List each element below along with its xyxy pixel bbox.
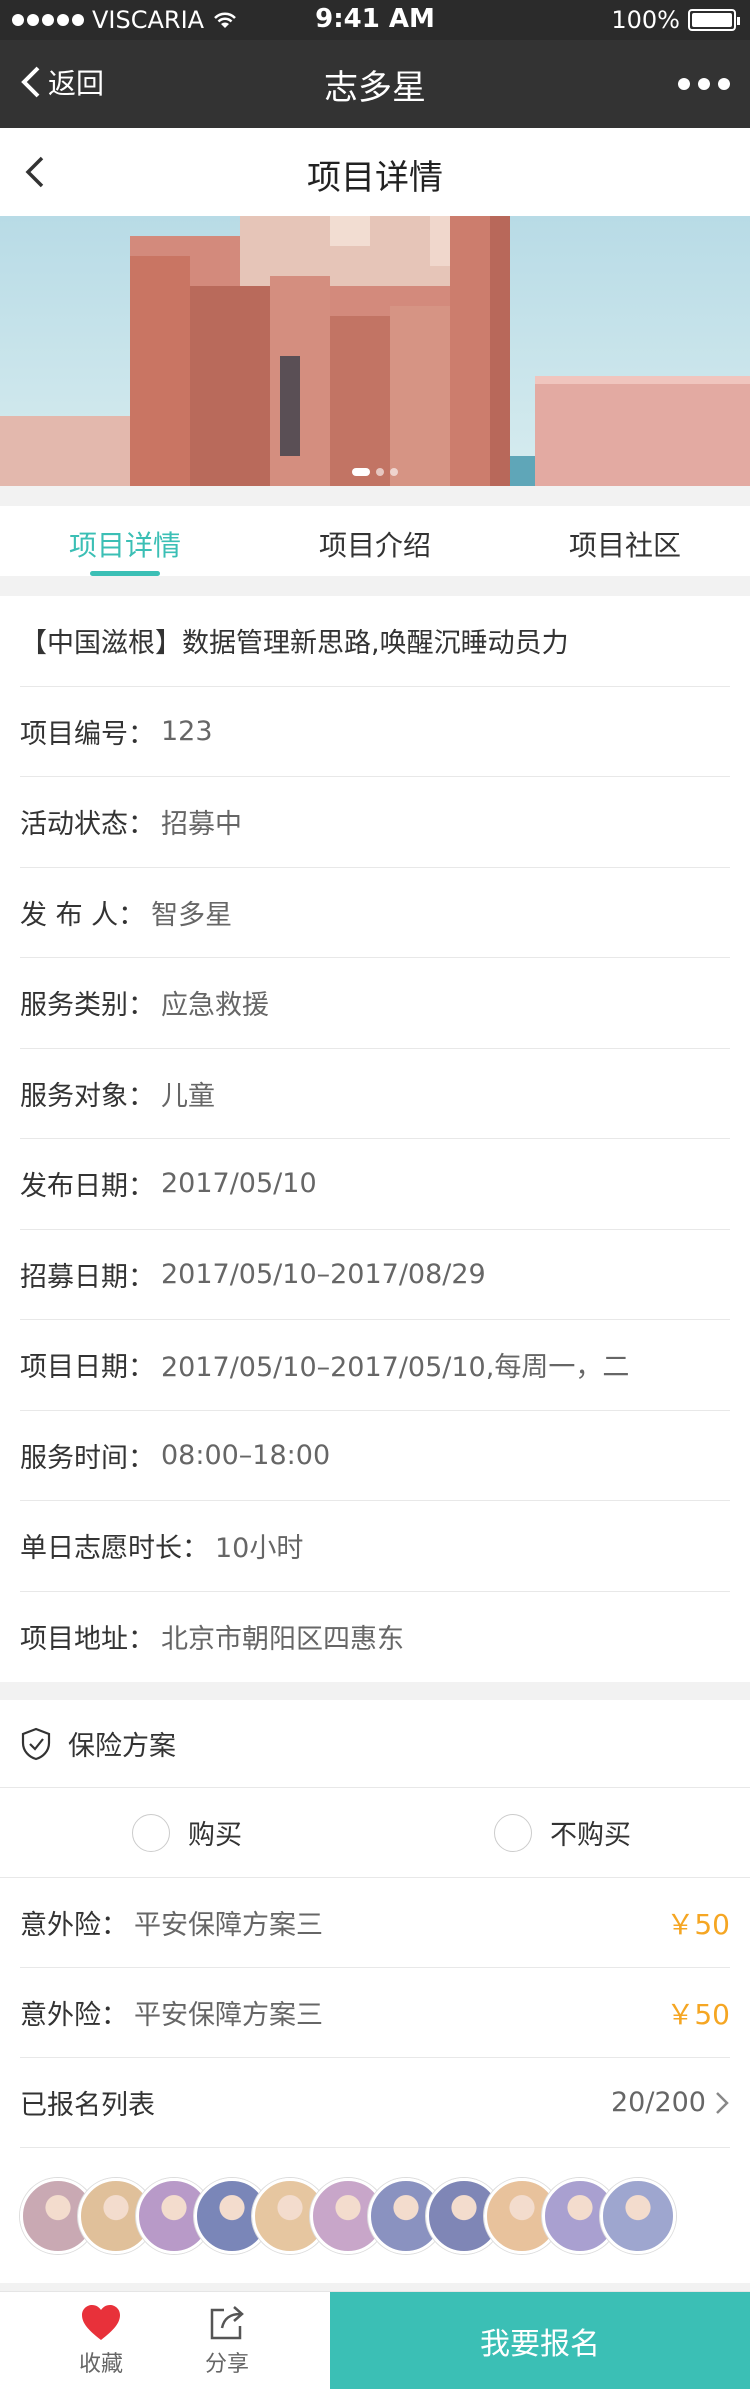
- detail-value: 123: [161, 715, 213, 747]
- detail-label: 服务类别：: [20, 990, 155, 1022]
- carousel-dot[interactable]: [352, 468, 370, 476]
- share-button[interactable]: 分享: [162, 2292, 292, 2389]
- shield-check-icon: [21, 1727, 51, 1760]
- status-bar: VISCARIA 9:41 AM 100%: [0, 0, 750, 40]
- insurance-section: 保险方案 购买 不购买 意外险： 平安保障方案三 ￥50 意外险： 平安保障方案三 …: [0, 1700, 750, 2283]
- insurance-header: 保险方案: [0, 1700, 750, 1788]
- battery-info: 100%: [611, 6, 740, 34]
- plan-name: 平安保障方案三: [134, 2000, 323, 2031]
- option-buy[interactable]: 购买: [132, 1813, 242, 1852]
- detail-label: 服务对象：: [20, 1080, 155, 1112]
- plan-label: 意外险：: [20, 2000, 128, 2031]
- detail-label: 招募日期：: [20, 1261, 155, 1293]
- option-not-buy-label: 不购买: [550, 1820, 631, 1851]
- tab-details[interactable]: 项目详情: [0, 506, 250, 576]
- avatar-list: [0, 2148, 750, 2283]
- tab-intro[interactable]: 项目介绍: [250, 506, 500, 576]
- plan-name: 平安保障方案三: [134, 1910, 323, 1941]
- signup-list-label: 已报名列表: [20, 2090, 155, 2121]
- insurance-title: 保险方案: [68, 1731, 176, 1762]
- insurance-choice: 购买 不购买: [0, 1788, 750, 1878]
- detail-value: 2017/05/10: [161, 1168, 317, 1200]
- avatar[interactable]: [600, 2177, 676, 2254]
- signup-button[interactable]: 我要报名: [330, 2292, 750, 2389]
- chevron-right-icon: [716, 2091, 729, 2114]
- battery-icon: [688, 9, 740, 31]
- detail-value: 北京市朝阳区四惠东: [161, 1624, 404, 1656]
- detail-label: 单日志愿时长：: [20, 1533, 209, 1565]
- plan-price: ￥50: [666, 1907, 730, 1941]
- insurance-plan-row[interactable]: 意外险： 平安保障方案三 ￥50: [20, 1968, 730, 2058]
- detail-row: 服务对象： 儿童: [20, 1049, 730, 1139]
- heart-icon: [82, 2305, 120, 2340]
- detail-value: 智多星: [151, 899, 233, 931]
- banner-carousel[interactable]: [0, 216, 750, 486]
- plan-price: ￥50: [666, 1997, 730, 2031]
- carousel-dot[interactable]: [390, 468, 398, 476]
- detail-label: 项目编号：: [20, 718, 155, 750]
- radio-not-buy[interactable]: [494, 1813, 532, 1852]
- detail-row: 发布日期： 2017/05/10: [20, 1139, 730, 1230]
- detail-label: 服务时间：: [20, 1442, 155, 1474]
- more-button[interactable]: [678, 78, 730, 90]
- radio-buy[interactable]: [132, 1813, 170, 1852]
- detail-row: 招募日期： 2017/05/10–2017/08/29: [20, 1230, 730, 1320]
- carousel-indicators: [0, 468, 750, 476]
- app-navbar: 返回 志多星: [0, 40, 750, 128]
- detail-row: 单日志愿时长： 10小时: [20, 1501, 730, 1592]
- tab-bar: 项目详情 项目介绍 项目社区: [0, 506, 750, 576]
- detail-label: 发布日期：: [20, 1171, 155, 1203]
- signup-count: 20/200: [611, 2087, 706, 2118]
- favorite-button[interactable]: 收藏: [36, 2292, 166, 2389]
- detail-value: 08:00–18:00: [161, 1439, 331, 1471]
- insurance-plan-row[interactable]: 意外险： 平安保障方案三 ￥50: [20, 1878, 730, 1968]
- favorite-label: 收藏: [78, 2352, 123, 2377]
- page-header: 项目详情: [0, 128, 750, 216]
- detail-value: 儿童: [161, 1080, 215, 1112]
- option-not-buy[interactable]: 不购买: [494, 1813, 631, 1852]
- bottom-action-bar: 收藏 分享 我要报名: [0, 2291, 750, 2389]
- detail-value: 招募中: [161, 809, 242, 841]
- signup-list-row[interactable]: 已报名列表 20/200: [20, 2058, 730, 2148]
- detail-row: 活动状态： 招募中: [20, 777, 730, 868]
- option-buy-label: 购买: [188, 1820, 242, 1851]
- carousel-dot[interactable]: [376, 468, 384, 476]
- banner-image: [0, 216, 750, 486]
- share-label: 分享: [204, 2352, 249, 2377]
- project-headline-row: 【中国滋根】数据管理新思路,唤醒沉睡动员力: [20, 596, 730, 687]
- detail-value: 10小时: [215, 1533, 304, 1565]
- detail-row: 发 布 人： 智多星: [20, 868, 730, 958]
- detail-label: 活动状态：: [20, 809, 155, 841]
- app-title: 志多星: [324, 68, 426, 108]
- detail-row: 项目日期： 2017/05/10–2017/05/10,每周一，二: [20, 1320, 730, 1411]
- battery-percent: 100%: [611, 6, 680, 34]
- tab-community[interactable]: 项目社区: [500, 506, 750, 576]
- detail-row: 项目编号： 123: [20, 687, 730, 777]
- detail-value: 2017/05/10–2017/08/29: [161, 1258, 486, 1290]
- share-icon: [210, 2306, 244, 2340]
- page-title: 项目详情: [307, 158, 443, 198]
- plan-label: 意外险：: [20, 1910, 128, 1941]
- detail-value: 2017/05/10–2017/05/10,每周一，二: [161, 1352, 630, 1384]
- detail-row: 服务类别： 应急救援: [20, 958, 730, 1049]
- detail-label: 项目日期：: [20, 1352, 155, 1384]
- detail-label: 项目地址：: [20, 1624, 155, 1656]
- detail-label: 发 布 人：: [20, 899, 146, 931]
- detail-row: 服务时间： 08:00–18:00: [20, 1411, 730, 1501]
- project-details: 【中国滋根】数据管理新思路,唤醒沉睡动员力 项目编号： 123 活动状态： 招募中 …: [0, 596, 750, 1682]
- detail-value: 应急救援: [161, 990, 269, 1022]
- project-headline: 【中国滋根】数据管理新思路,唤醒沉睡动员力: [20, 628, 569, 660]
- detail-row: 项目地址： 北京市朝阳区四惠东: [20, 1592, 730, 1683]
